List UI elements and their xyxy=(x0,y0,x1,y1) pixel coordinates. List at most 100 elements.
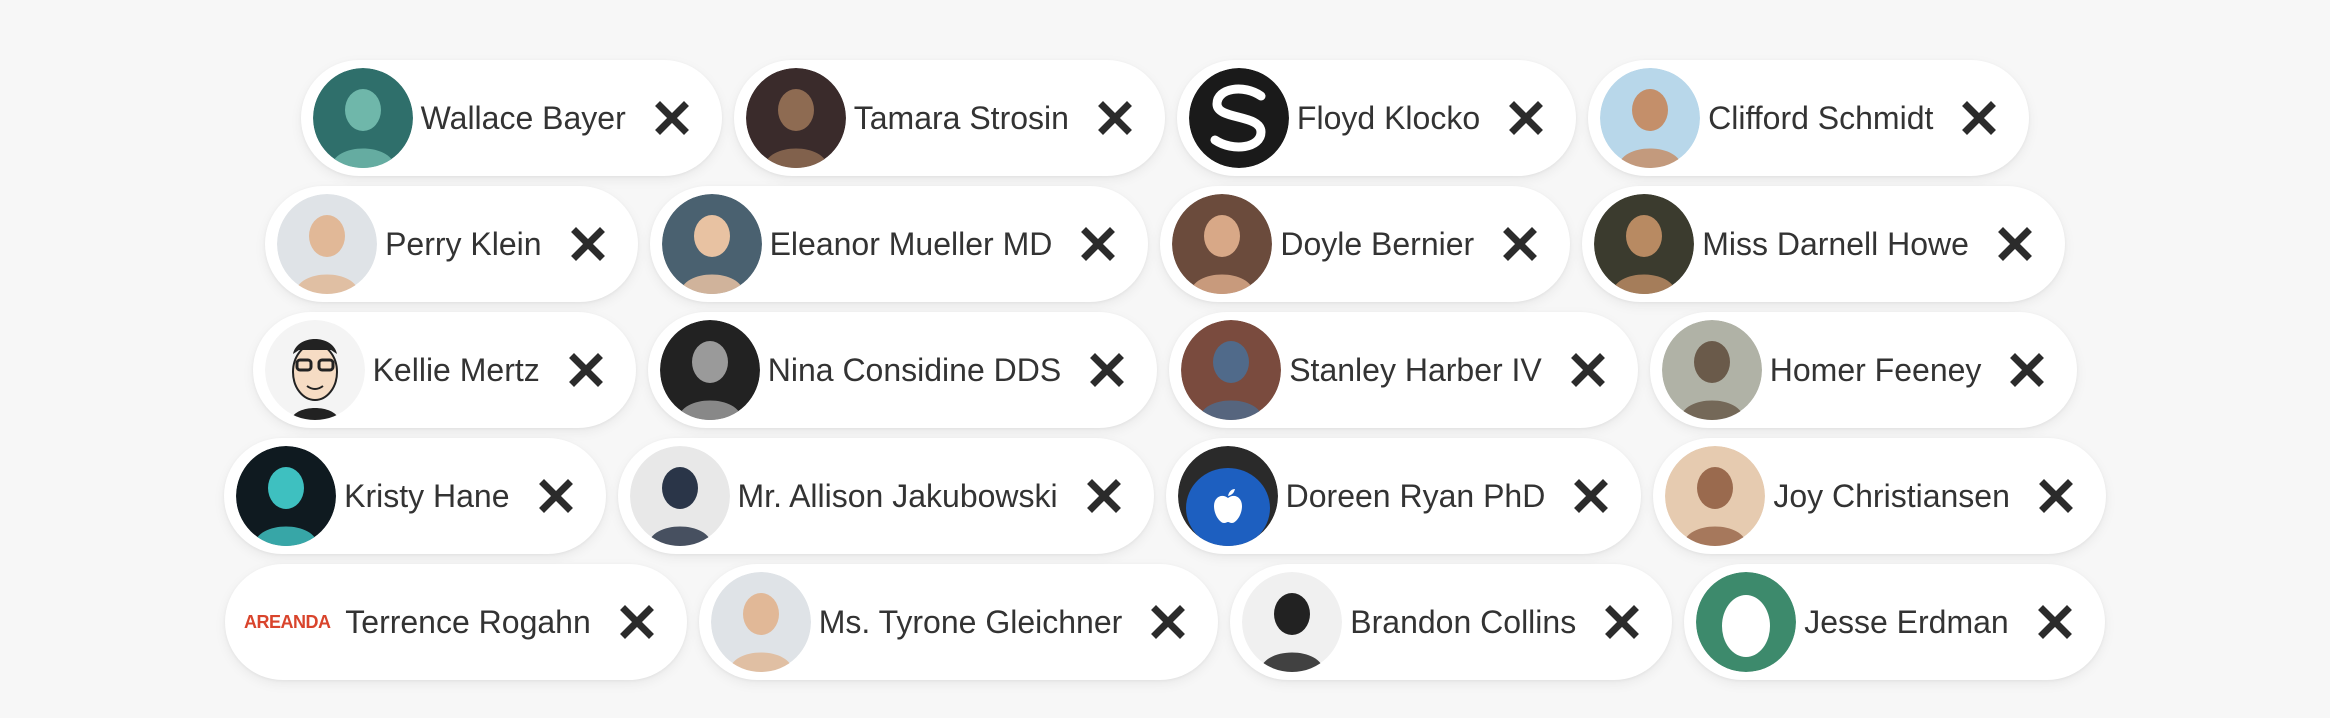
close-icon xyxy=(1509,101,1544,135)
contact-chip[interactable]: Kellie Mertz xyxy=(252,312,636,428)
contact-chip[interactable]: Perry Klein xyxy=(265,186,638,302)
contact-chip[interactable]: Wallace Bayer xyxy=(300,60,722,176)
remove-chip-button[interactable] xyxy=(568,352,604,388)
chip-label: Doyle Bernier xyxy=(1280,225,1475,262)
remove-chip-button[interactable] xyxy=(619,604,655,640)
chip-label: Terrence Rogahn xyxy=(345,603,591,640)
close-icon xyxy=(1086,479,1121,513)
close-icon xyxy=(1605,605,1640,639)
avatar: AREANDA xyxy=(237,572,338,672)
remove-chip-button[interactable] xyxy=(1089,352,1125,388)
close-icon xyxy=(654,101,689,135)
chip-label: Stanley Harber IV xyxy=(1289,351,1542,388)
close-icon xyxy=(2037,605,2072,639)
contact-chip[interactable]: Brandon Collins xyxy=(1230,564,1673,680)
avatar xyxy=(1181,320,1282,420)
contact-chip[interactable]: AREANDA Terrence Rogahn xyxy=(225,564,687,680)
chip-label: Joy Christiansen xyxy=(1773,477,2010,514)
contact-chip[interactable]: Tamara Strosin xyxy=(733,60,1165,176)
chip-label: Clifford Schmidt xyxy=(1708,99,1934,136)
contact-chip[interactable]: Doreen Ryan PhD xyxy=(1165,438,1642,554)
remove-chip-button[interactable] xyxy=(1573,478,1609,514)
avatar xyxy=(1600,68,1701,168)
contact-chip[interactable]: Floyd Klocko xyxy=(1176,60,1577,176)
remove-chip-button[interactable] xyxy=(1508,100,1544,136)
chip-label: Doreen Ryan PhD xyxy=(1285,477,1546,514)
remove-chip-button[interactable] xyxy=(1086,478,1122,514)
avatar xyxy=(710,572,811,672)
close-icon xyxy=(1574,479,1609,513)
close-icon xyxy=(1090,353,1125,387)
avatar xyxy=(1242,572,1343,672)
chip-label: Homer Feeney xyxy=(1769,351,1982,388)
remove-chip-button[interactable] xyxy=(654,100,690,136)
contact-chip[interactable]: Joy Christiansen xyxy=(1653,438,2106,554)
chip-label: Miss Darnell Howe xyxy=(1702,225,1969,262)
chip-label: Floyd Klocko xyxy=(1296,99,1481,136)
chip-label: Mr. Allison Jakubowski xyxy=(737,477,1058,514)
contact-chip[interactable]: Homer Feeney xyxy=(1649,312,2078,428)
contact-chip[interactable]: Ms. Tyrone Gleichner xyxy=(698,564,1219,680)
remove-chip-button[interactable] xyxy=(1604,604,1640,640)
chip-label: Nina Considine DDS xyxy=(767,351,1062,388)
remove-chip-button[interactable] xyxy=(1097,100,1133,136)
avatar xyxy=(1188,68,1289,168)
avatar xyxy=(1594,194,1695,294)
chip-label: Brandon Collins xyxy=(1350,603,1577,640)
chip-label: Perry Klein xyxy=(385,225,542,262)
remove-chip-button[interactable] xyxy=(2009,352,2045,388)
contact-chip[interactable]: Clifford Schmidt xyxy=(1588,60,2030,176)
contact-chip[interactable]: Kristy Hane xyxy=(224,438,606,554)
remove-chip-button[interactable] xyxy=(1080,226,1116,262)
close-icon xyxy=(2038,479,2073,513)
avatar xyxy=(629,446,730,546)
contact-chip[interactable]: Eleanor Mueller MD xyxy=(649,186,1149,302)
close-icon xyxy=(1097,101,1132,135)
avatar xyxy=(312,68,413,168)
remove-chip-button[interactable] xyxy=(1150,604,1186,640)
chip-label: Kristy Hane xyxy=(344,477,510,514)
chip-label: Tamara Strosin xyxy=(853,99,1069,136)
remove-chip-button[interactable] xyxy=(570,226,606,262)
avatar xyxy=(661,194,762,294)
close-icon xyxy=(1570,353,1605,387)
close-icon xyxy=(570,227,605,261)
remove-chip-button[interactable] xyxy=(2038,478,2074,514)
remove-chip-button[interactable] xyxy=(1502,226,1538,262)
remove-chip-button[interactable] xyxy=(1570,352,1606,388)
contact-chip[interactable]: Stanley Harber IV xyxy=(1169,312,1638,428)
remove-chip-button[interactable] xyxy=(1961,100,1997,136)
avatar xyxy=(1172,194,1273,294)
contact-chip[interactable]: Miss Darnell Howe xyxy=(1582,186,2065,302)
avatar xyxy=(1696,572,1797,672)
avatar xyxy=(277,194,378,294)
close-icon xyxy=(568,353,603,387)
avatar xyxy=(264,320,365,420)
remove-chip-button[interactable] xyxy=(538,478,574,514)
close-icon xyxy=(1962,101,1997,135)
chip-list: Wallace Bayer Tamara Strosin Floyd Klock… xyxy=(0,60,2330,680)
remove-chip-button[interactable] xyxy=(1997,226,2033,262)
chip-label: Jesse Erdman xyxy=(1804,603,2009,640)
avatar xyxy=(659,320,760,420)
close-icon xyxy=(2010,353,2045,387)
avatar xyxy=(745,68,846,168)
contact-chip[interactable]: Mr. Allison Jakubowski xyxy=(617,438,1154,554)
close-icon xyxy=(1503,227,1538,261)
remove-chip-button[interactable] xyxy=(2037,604,2073,640)
close-icon xyxy=(1151,605,1186,639)
contact-chip[interactable]: Jesse Erdman xyxy=(1684,564,2105,680)
close-icon xyxy=(1997,227,2032,261)
avatar xyxy=(1665,446,1766,546)
contact-chip[interactable]: Nina Considine DDS xyxy=(647,312,1158,428)
chip-label: Ms. Tyrone Gleichner xyxy=(818,603,1123,640)
avatar xyxy=(1177,446,1278,546)
close-icon xyxy=(538,479,573,513)
avatar-logo-text: AREANDA xyxy=(244,611,331,632)
avatar xyxy=(236,446,337,546)
close-icon xyxy=(1081,227,1116,261)
chip-label: Wallace Bayer xyxy=(420,99,626,136)
contact-chip[interactable]: Doyle Bernier xyxy=(1160,186,1571,302)
close-icon xyxy=(619,605,654,639)
chip-label: Kellie Mertz xyxy=(372,351,540,388)
